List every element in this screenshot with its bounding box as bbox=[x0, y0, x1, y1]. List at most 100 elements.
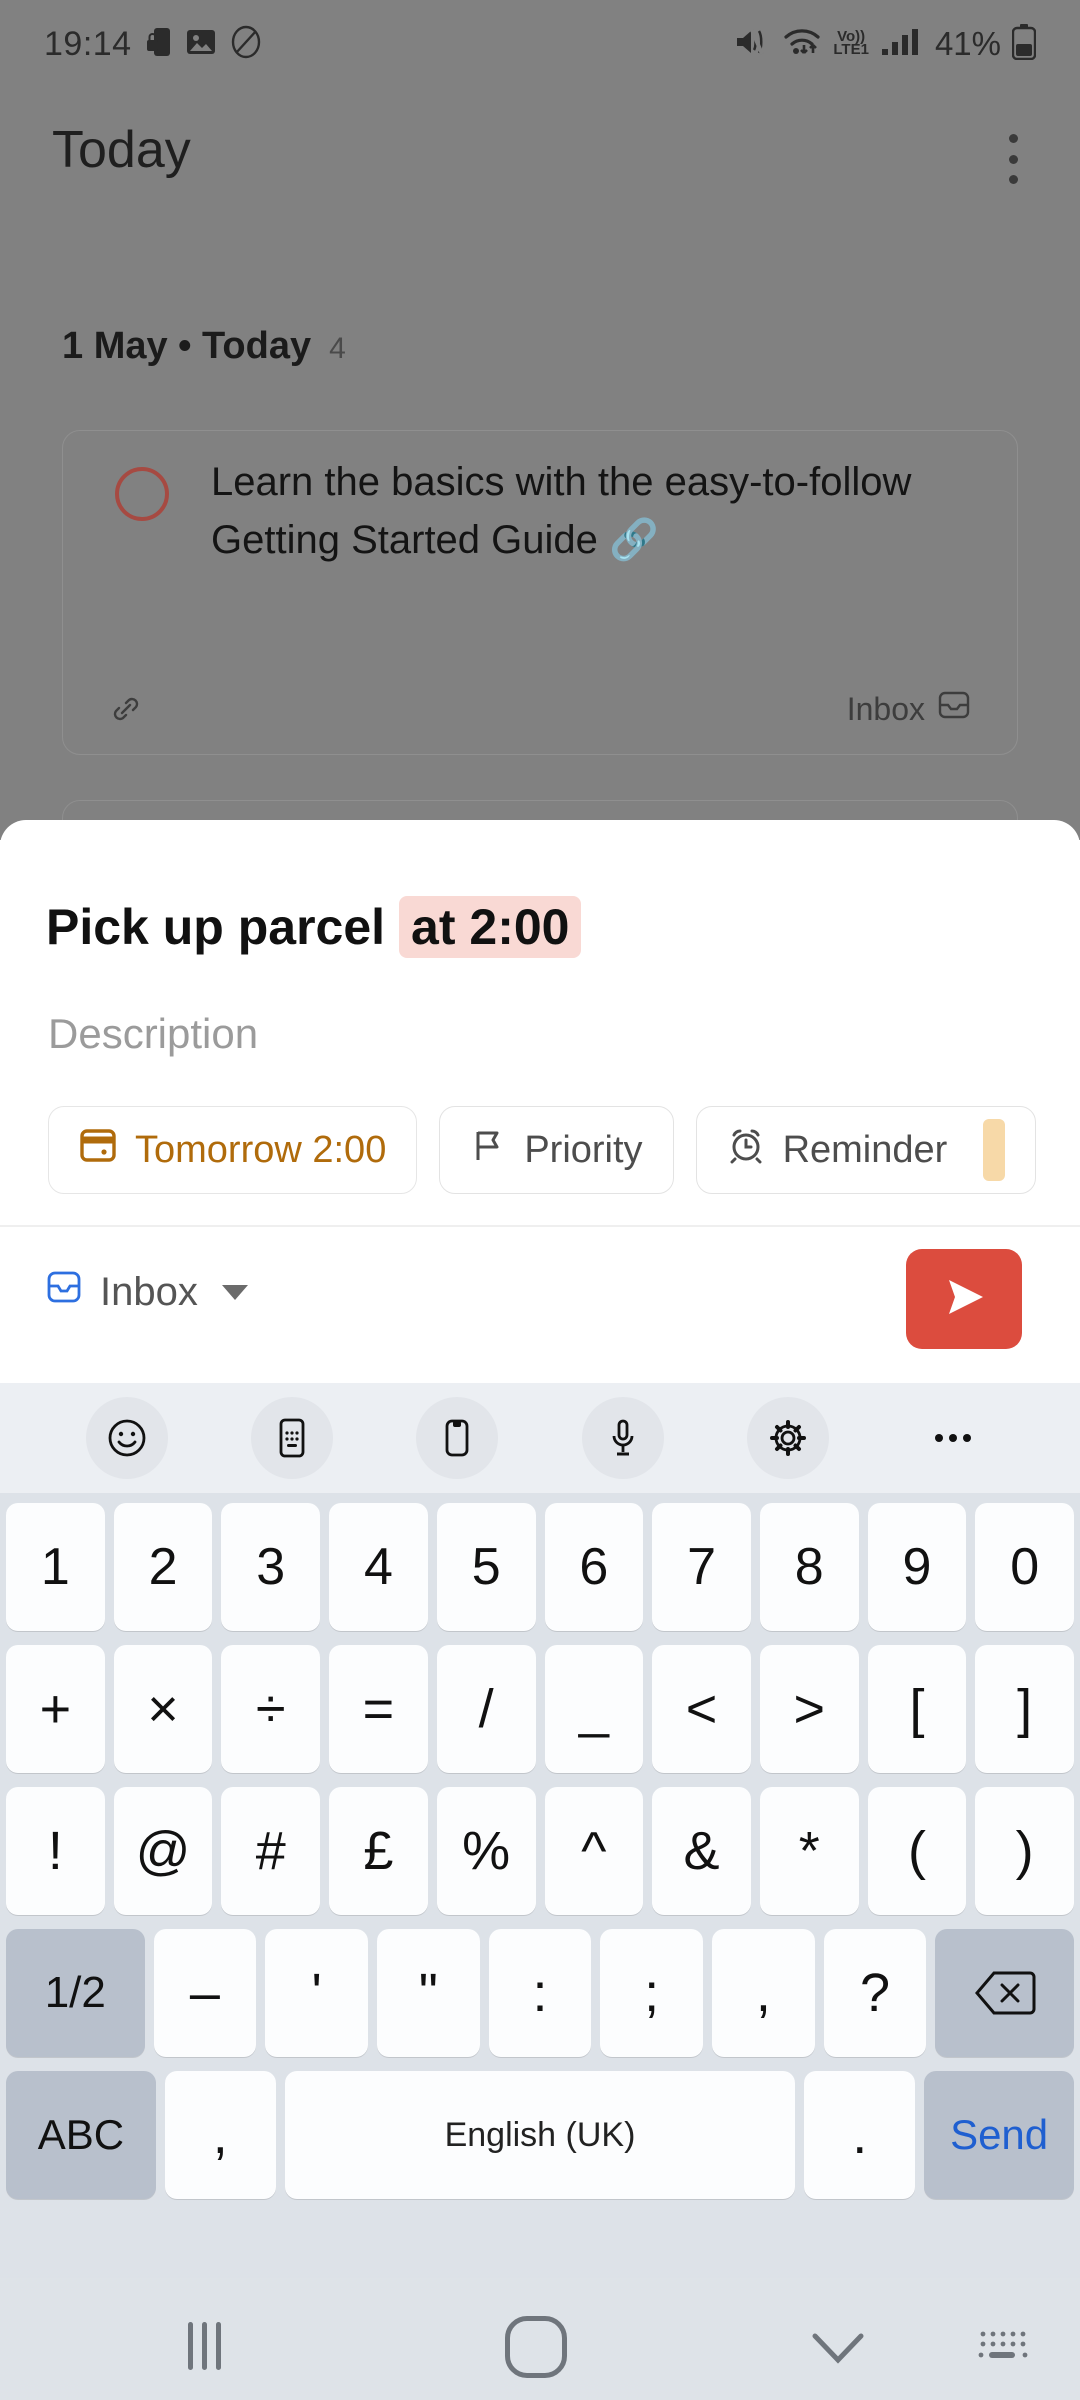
key-5[interactable]: 5 bbox=[436, 1503, 536, 1631]
key-less-than[interactable]: < bbox=[652, 1645, 751, 1773]
task-title-date-highlight: at 2:00 bbox=[399, 896, 582, 958]
inbox-icon bbox=[937, 688, 971, 730]
task-title: Learn the basics with the easy-to-follow… bbox=[211, 460, 912, 562]
chip-reminder[interactable]: Reminder bbox=[695, 1106, 1037, 1194]
no-sim-icon bbox=[230, 25, 262, 64]
chip-reminder-label: Reminder bbox=[782, 1128, 948, 1171]
keyboard-row-3: ! @ # £ % ^ & * ( ) bbox=[5, 1787, 1075, 1915]
task-card[interactable]: Learn the basics with the easy-to-follow… bbox=[62, 430, 1018, 755]
key-caret[interactable]: ^ bbox=[544, 1787, 644, 1915]
mute-icon bbox=[735, 27, 771, 62]
recents-icon[interactable] bbox=[188, 2322, 221, 2370]
key-6[interactable]: 6 bbox=[544, 1503, 644, 1631]
key-1[interactable]: 1 bbox=[5, 1503, 105, 1631]
chip-due-date[interactable]: Tomorrow 2:00 bbox=[48, 1106, 418, 1194]
key-question[interactable]: ? bbox=[823, 1929, 927, 2057]
key-asterisk[interactable]: * bbox=[759, 1787, 859, 1915]
key-7[interactable]: 7 bbox=[652, 1503, 751, 1631]
key-greater-than[interactable]: > bbox=[759, 1645, 859, 1773]
keyboard-row-5: ABC , English (UK) . Send bbox=[6, 2071, 1075, 2199]
more-options-icon[interactable] bbox=[912, 1397, 994, 1479]
chip-priority-label: Priority bbox=[524, 1128, 643, 1171]
task-title-text: Pick up parcel bbox=[46, 899, 386, 955]
key-3[interactable]: 3 bbox=[221, 1503, 321, 1631]
wifi-icon bbox=[782, 25, 822, 64]
volte-bottom: LTE1 bbox=[833, 41, 869, 58]
key-slash[interactable]: / bbox=[436, 1645, 536, 1773]
kebab-menu-icon[interactable] bbox=[990, 130, 1036, 188]
key-apostrophe[interactable]: ' bbox=[265, 1929, 368, 2057]
key-paren-open[interactable]: ( bbox=[867, 1787, 967, 1915]
key-0[interactable]: 0 bbox=[975, 1503, 1075, 1631]
task-meta: Inbox bbox=[63, 688, 1017, 730]
page-title: Today bbox=[52, 121, 191, 179]
key-plus[interactable]: + bbox=[5, 1645, 105, 1773]
chevron-down-icon[interactable] bbox=[805, 2326, 871, 2375]
key-at[interactable]: @ bbox=[113, 1787, 213, 1915]
keyboard-switch-icon[interactable] bbox=[975, 2326, 1031, 2375]
key-underscore[interactable]: _ bbox=[544, 1645, 644, 1773]
key-ampersand[interactable]: & bbox=[652, 1787, 751, 1915]
key-divide[interactable]: ÷ bbox=[221, 1645, 321, 1773]
keyboard-row-2: + × ÷ = / _ < > [ ] bbox=[5, 1645, 1075, 1773]
clipboard-icon[interactable] bbox=[416, 1397, 499, 1479]
battery-percent: 41% bbox=[934, 25, 1001, 62]
status-bar-right: Vo)) LTE1 41% bbox=[735, 23, 1037, 65]
key-spacebar[interactable]: English (UK) bbox=[284, 2071, 796, 2199]
key-percent[interactable]: % bbox=[436, 1787, 536, 1915]
key-abc-toggle[interactable]: ABC bbox=[6, 2071, 156, 2199]
key-symbols-page-toggle[interactable]: 1/2 bbox=[5, 1929, 145, 2057]
key-hash[interactable]: # bbox=[221, 1787, 321, 1915]
description-input[interactable]: Description bbox=[48, 1010, 258, 1058]
key-send[interactable]: Send bbox=[924, 2071, 1075, 2199]
chip-priority[interactable]: Priority bbox=[439, 1106, 674, 1194]
alarm-clock-icon bbox=[727, 1126, 765, 1174]
keyboard: 1 2 3 4 5 6 7 8 9 0 + × ÷ = / _ < > [] … bbox=[0, 1383, 1080, 2278]
key-multiply[interactable]: × bbox=[113, 1645, 213, 1773]
keyboard-keys: 1 2 3 4 5 6 7 8 9 0 + × ÷ = / _ < > [] … bbox=[0, 1493, 1080, 2278]
microphone-icon[interactable] bbox=[581, 1397, 664, 1479]
chip-due-date-label: Tomorrow 2:00 bbox=[135, 1128, 387, 1171]
task-project: Inbox bbox=[847, 688, 971, 730]
send-icon bbox=[935, 1268, 993, 1331]
key-comma[interactable]: , bbox=[712, 1929, 815, 2057]
status-bar: 19:14 Vo)) LTE1 41% bbox=[0, 0, 1080, 88]
project-selector[interactable]: Inbox bbox=[44, 1267, 248, 1317]
key-pound[interactable]: £ bbox=[329, 1787, 428, 1915]
key-exclamation[interactable]: ! bbox=[5, 1787, 105, 1915]
calendar-icon bbox=[79, 1126, 117, 1174]
section-header: 1 May • Today 4 bbox=[62, 325, 346, 368]
keyboard-row-4: 1/2 – ' " : ; , ? bbox=[5, 1929, 1075, 2057]
send-task-button[interactable] bbox=[906, 1249, 1022, 1349]
key-8[interactable]: 8 bbox=[759, 1503, 859, 1631]
section-count: 4 bbox=[329, 332, 346, 365]
status-bar-left: 19:14 bbox=[44, 25, 262, 64]
home-icon[interactable] bbox=[505, 2316, 567, 2378]
key-quote[interactable]: " bbox=[376, 1929, 480, 2057]
task-checkbox[interactable] bbox=[115, 467, 169, 521]
key-comma-bottom[interactable]: , bbox=[164, 2071, 276, 2199]
key-equals[interactable]: = bbox=[329, 1645, 428, 1773]
link-icon bbox=[109, 692, 143, 726]
key-9[interactable]: 9 bbox=[867, 1503, 967, 1631]
key-2[interactable]: 2 bbox=[113, 1503, 213, 1631]
volte-icon: Vo)) LTE1 bbox=[833, 29, 869, 58]
emoji-icon[interactable] bbox=[85, 1397, 168, 1479]
key-4[interactable]: 4 bbox=[329, 1503, 428, 1631]
project-selector-label: Inbox bbox=[100, 1269, 198, 1314]
keyboard-toolbar bbox=[0, 1383, 1080, 1493]
key-colon[interactable]: : bbox=[488, 1929, 592, 2057]
key-period[interactable]: . bbox=[804, 2071, 916, 2199]
key-paren-close[interactable]: ) bbox=[975, 1787, 1075, 1915]
task-title-input[interactable]: Pick up parcel at 2:00 bbox=[46, 896, 582, 958]
backspace-icon[interactable] bbox=[935, 1929, 1075, 2057]
key-semicolon[interactable]: ; bbox=[600, 1929, 704, 2057]
key-bracket-open[interactable]: [ bbox=[867, 1645, 967, 1773]
status-time: 19:14 bbox=[44, 24, 132, 63]
settings-gear-icon[interactable] bbox=[746, 1397, 829, 1479]
chevron-down-icon bbox=[221, 1284, 248, 1300]
key-bracket-close[interactable]: ] bbox=[975, 1645, 1075, 1773]
key-dash[interactable]: – bbox=[153, 1929, 257, 2057]
keypad-icon[interactable] bbox=[250, 1397, 333, 1479]
inbox-icon bbox=[44, 1267, 84, 1317]
